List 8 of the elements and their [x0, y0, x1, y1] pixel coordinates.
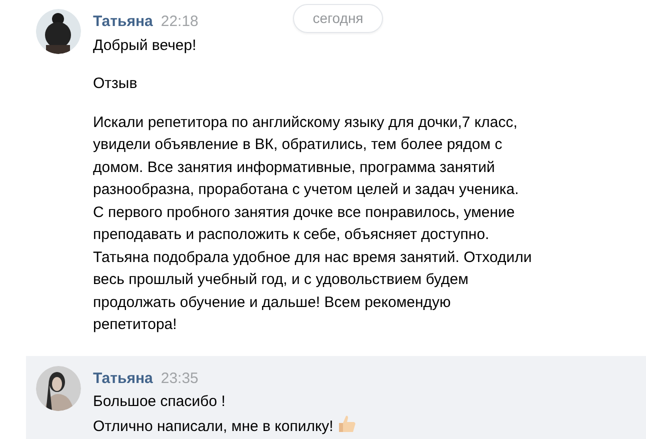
- message-text: Большое спасибо ! Отлично написали, мне в копилку!: [93, 391, 358, 438]
- message-time: 23:35: [160, 368, 198, 388]
- author-name[interactable]: Татьяна: [93, 368, 153, 390]
- message-text: Отзыв: [93, 74, 138, 94]
- message-text: Добрый вечер!: [93, 36, 198, 56]
- message-time: 22:18: [160, 12, 198, 32]
- message-text: Искали репетитора по английскому языку для дочки,7 класс, увидели объявление в ВК, обратились, тем более рядом с домом. Все занятия информативные, программа занятий разнообразна, проработана с учетом целей и задач ученика. С первого пробного занятия дочке все понравилось, умение преподавать и расположить к себе, объясняет доступно. Татьяна подобрала удобное для нас время занятий. Отходили весь прошлый учебный год, и с удовольствием будем продолжать обучение и дальше! Всем рекомендую репетитора!: [93, 112, 532, 335]
- author-name[interactable]: Татьяна: [93, 11, 153, 34]
